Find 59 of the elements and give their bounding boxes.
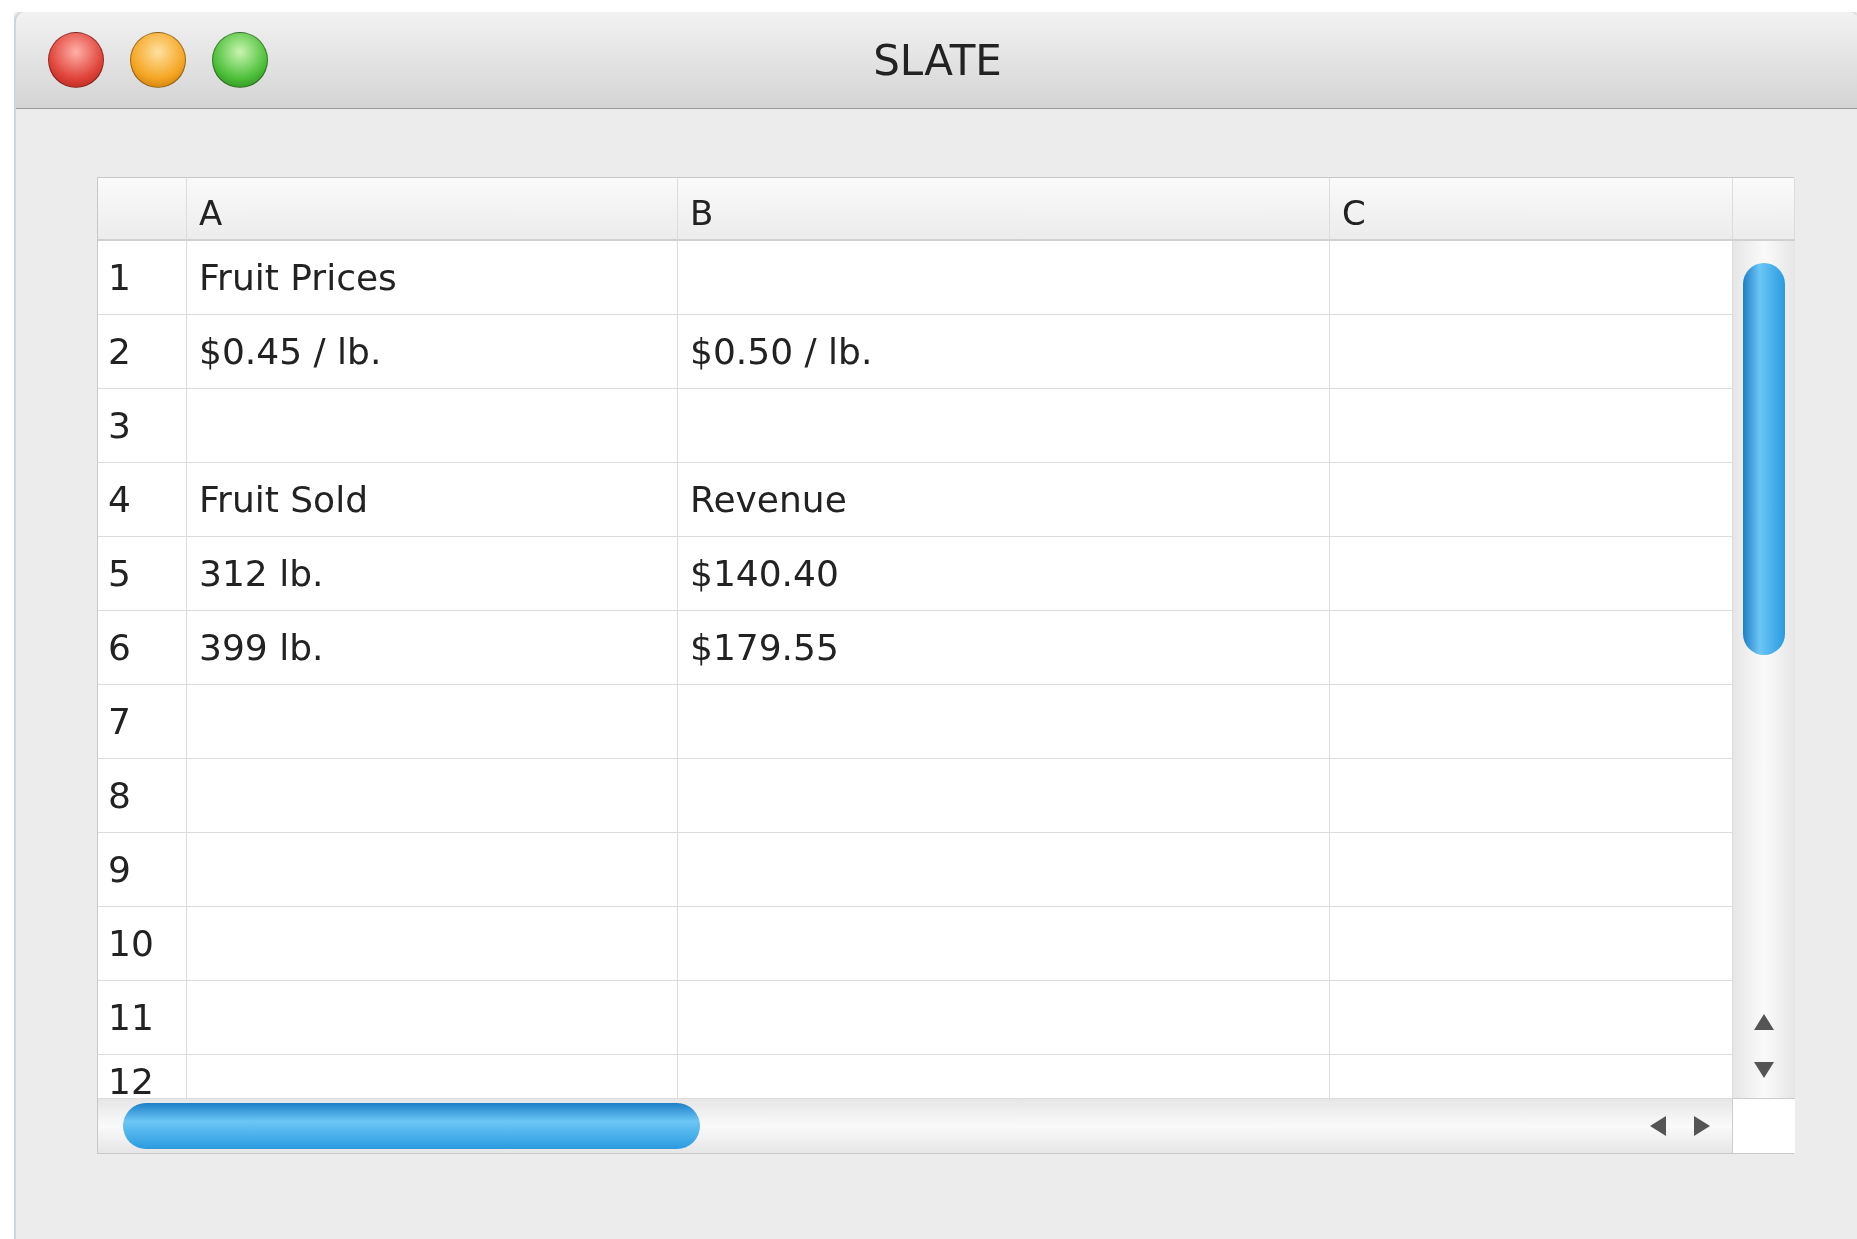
row-number[interactable]: 11 [108,997,154,1038]
row-number[interactable]: 5 [108,553,131,594]
row-number[interactable]: 1 [108,257,131,298]
table-cell[interactable]: $0.45 / lb. [199,331,382,372]
scroll-right-arrow-icon[interactable] [1692,1114,1712,1138]
empty-cell[interactable] [678,833,1330,907]
table-cell[interactable]: 312 lb. [199,553,324,594]
empty-cell[interactable] [678,759,1330,833]
scroll-up-arrow-icon[interactable] [1752,1012,1776,1032]
column-header[interactable]: B [690,193,714,233]
column-header[interactable]: C [1342,193,1366,233]
empty-cell[interactable] [1330,537,1733,611]
row-number[interactable]: 9 [108,849,131,890]
empty-cell[interactable] [678,241,1330,315]
empty-cell[interactable] [1330,907,1733,981]
row-number[interactable]: 6 [108,627,131,668]
empty-cell[interactable] [1330,685,1733,759]
empty-cell[interactable] [1330,833,1733,907]
vertical-scrollbar[interactable] [1733,241,1795,1099]
empty-cell[interactable] [1330,759,1733,833]
row-number[interactable]: 10 [108,923,154,964]
table-cell[interactable]: $140.40 [690,553,839,594]
empty-cell[interactable] [187,833,678,907]
empty-cell[interactable] [187,685,678,759]
scroll-down-arrow-icon[interactable] [1752,1060,1776,1080]
empty-cell[interactable] [1330,981,1733,1055]
empty-cell[interactable] [187,389,678,463]
row-number[interactable]: 12 [108,1061,154,1098]
empty-cell[interactable] [187,907,678,981]
row-number[interactable]: 7 [108,701,131,742]
empty-cell[interactable] [678,389,1330,463]
row-number[interactable]: 4 [108,479,131,520]
minimize-icon[interactable] [130,32,186,88]
empty-cell[interactable] [1330,389,1733,463]
empty-cell[interactable] [678,907,1330,981]
column-header[interactable]: A [199,193,223,233]
close-icon[interactable] [48,32,104,88]
window-title: SLATE [873,35,1002,85]
row-number[interactable]: 8 [108,775,131,816]
table-cell[interactable]: $0.50 / lb. [690,331,873,372]
scroll-thumb[interactable] [1743,263,1785,655]
zoom-icon[interactable] [212,32,268,88]
horizontal-scrollbar[interactable] [98,1099,1733,1153]
empty-cell[interactable] [187,981,678,1055]
scroll-thumb[interactable] [123,1103,700,1149]
table-cell[interactable]: $179.55 [690,627,839,668]
scroll-left-arrow-icon[interactable] [1648,1114,1668,1138]
table-cell[interactable]: Fruit Prices [199,257,397,298]
table-cell[interactable]: Fruit Sold [199,479,368,520]
empty-cell[interactable] [1330,463,1733,537]
empty-cell[interactable] [1330,315,1733,389]
row-number[interactable]: 3 [108,405,131,446]
empty-cell[interactable] [678,981,1330,1055]
empty-cell[interactable] [1330,611,1733,685]
table-cell[interactable]: Revenue [690,479,847,520]
empty-cell[interactable] [187,759,678,833]
empty-cell[interactable] [678,685,1330,759]
table-cell[interactable]: 399 lb. [199,627,324,668]
row-number[interactable]: 2 [108,331,131,372]
